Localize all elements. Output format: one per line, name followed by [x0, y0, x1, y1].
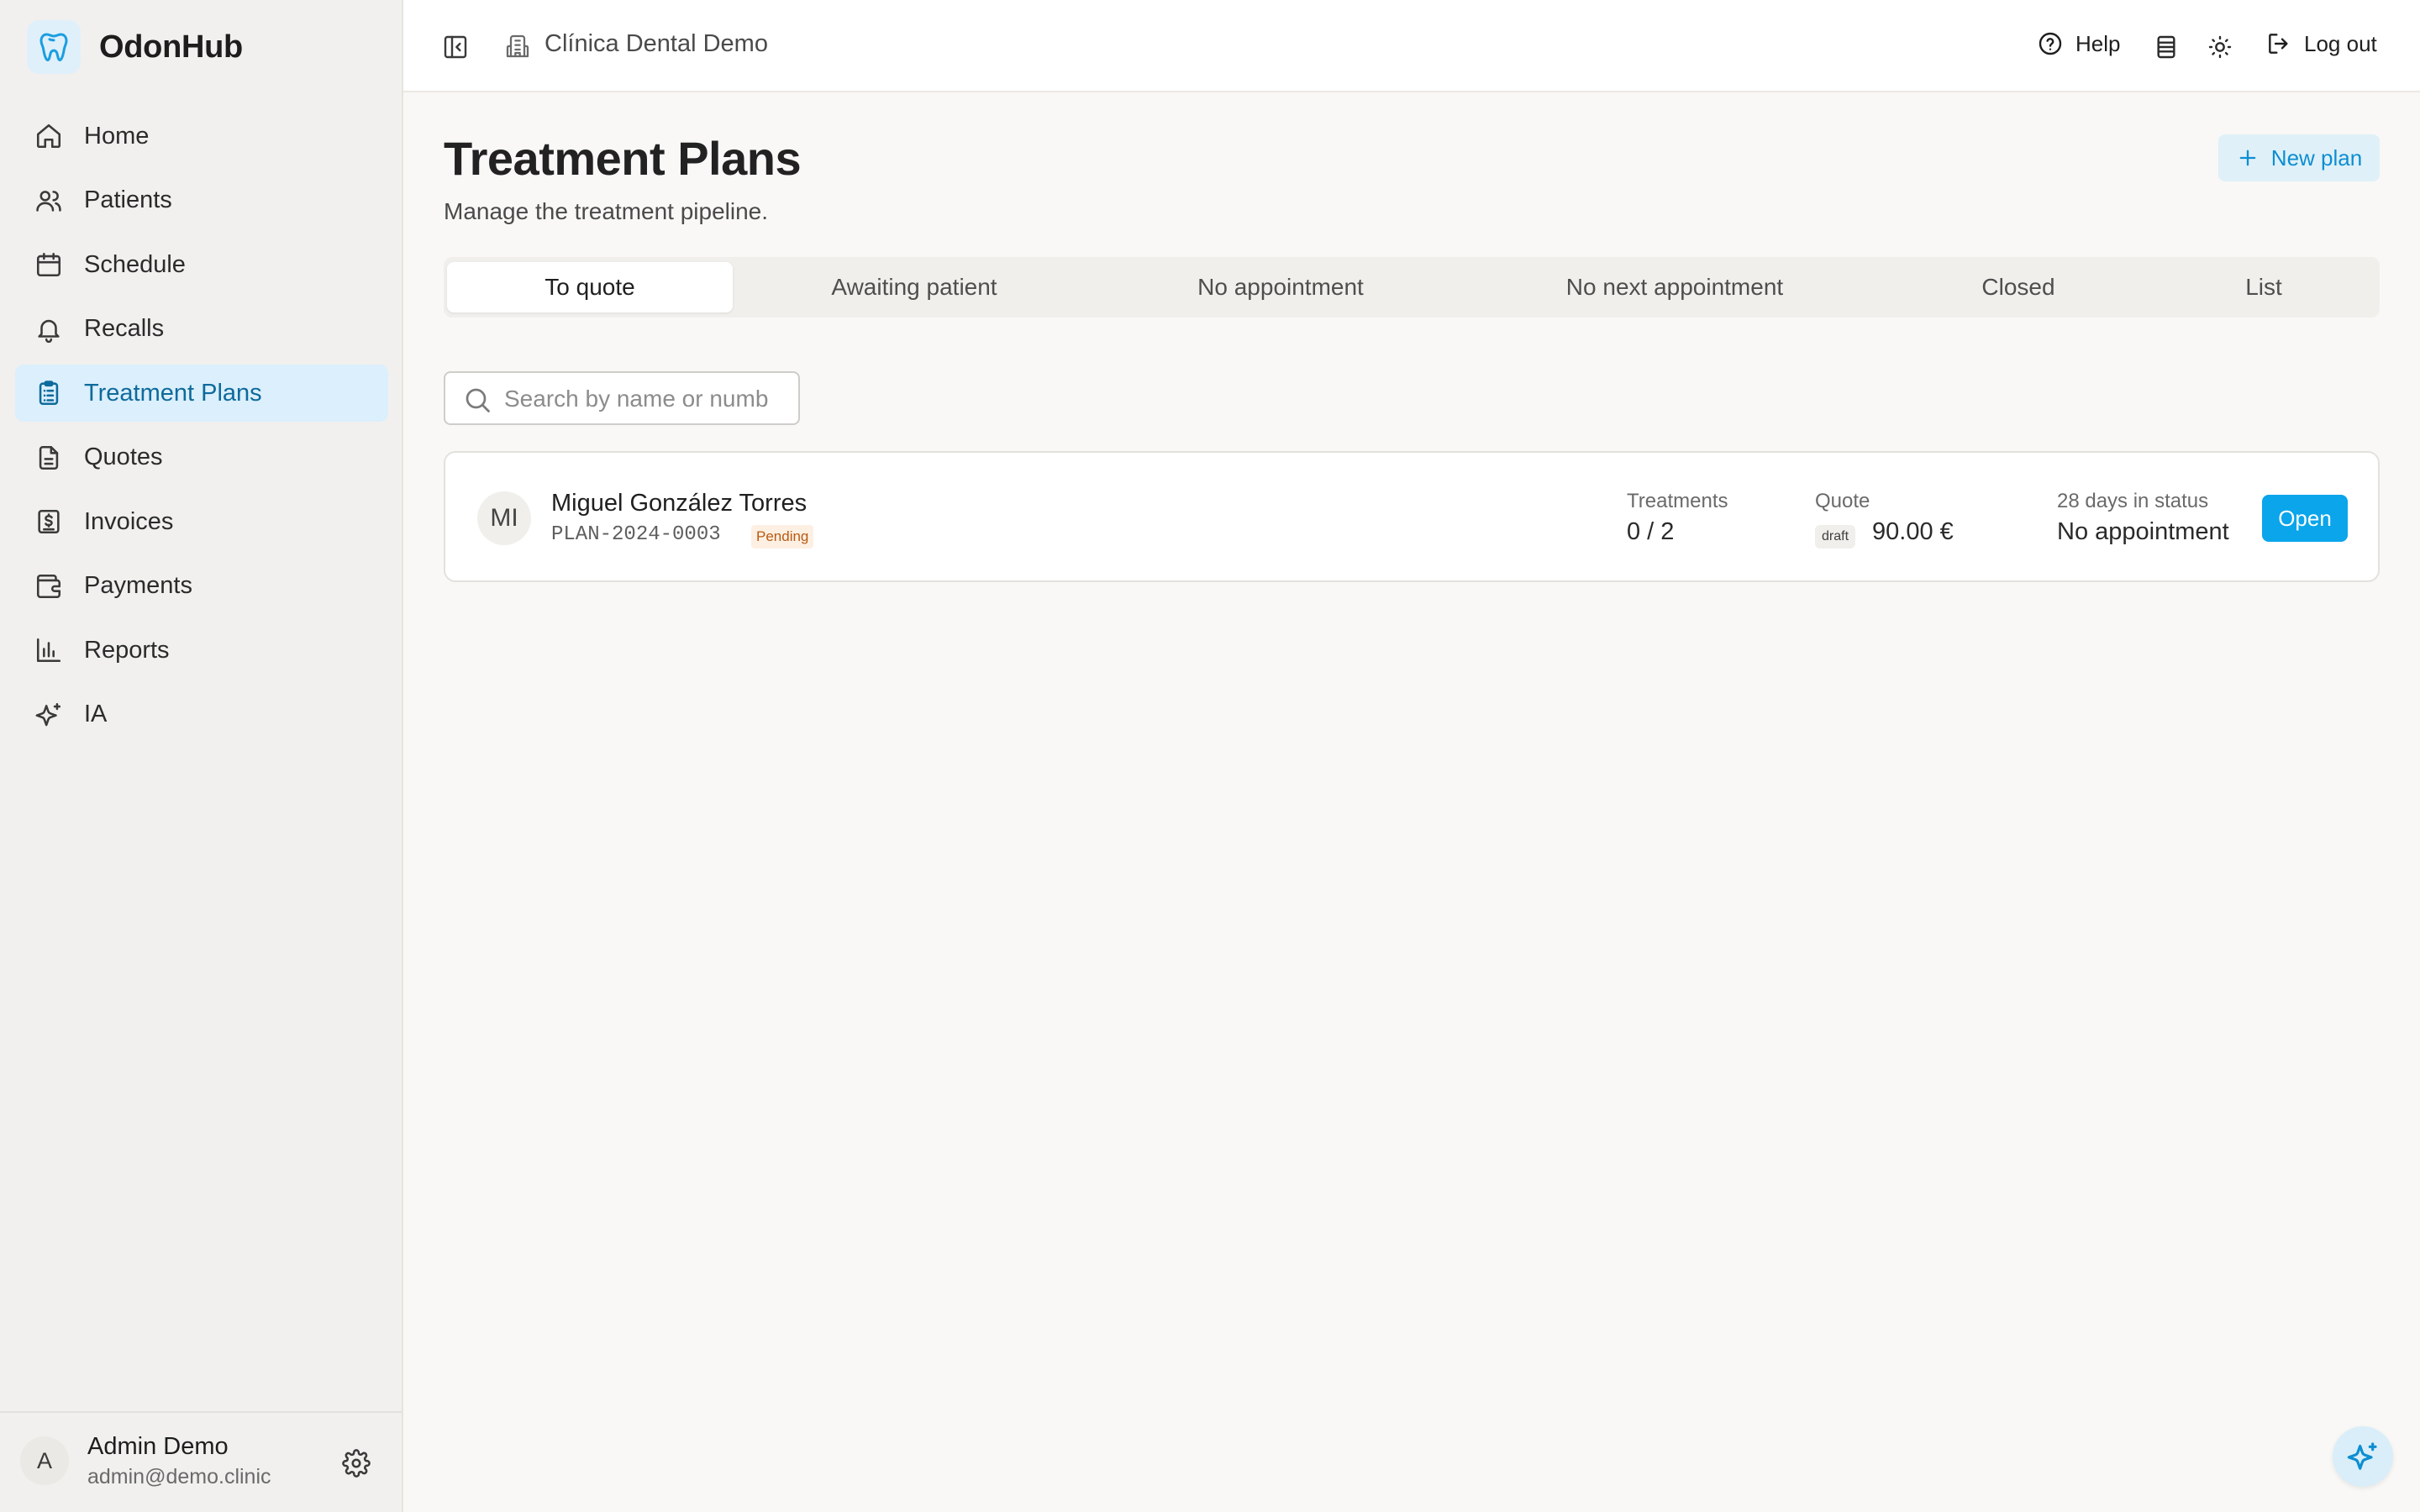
building-icon — [502, 31, 533, 61]
logout-button[interactable]: Log out — [2265, 30, 2377, 57]
wallet-icon — [34, 571, 64, 601]
invoice-icon — [34, 507, 64, 537]
sidebar-item-label: Quotes — [84, 444, 163, 470]
sidebar-item-label: IA — [84, 701, 108, 727]
sidebar-nav: Home Patients Schedule Recalls Treatment… — [15, 108, 388, 750]
sidebar-item-patients[interactable]: Patients — [15, 172, 388, 229]
sidebar-item-invoices[interactable]: Invoices — [15, 493, 388, 550]
collapse-sidebar-button[interactable] — [439, 30, 472, 64]
sidebar: OdonHub Home Patients Schedule Recalls T… — [0, 0, 403, 1512]
search-icon — [462, 385, 492, 415]
days-in-status: 28 days in status — [2057, 490, 2209, 512]
sidebar-item-label: Payments — [84, 572, 192, 599]
user-panel: A Admin Demo admin@demo.clinic — [0, 1411, 402, 1512]
help-circle-icon — [2037, 30, 2064, 57]
clinic-name[interactable]: Clínica Dental Demo — [544, 30, 768, 58]
sidebar-item-label: Invoices — [84, 507, 174, 535]
tab-list[interactable]: List — [2153, 262, 2375, 312]
theme-toggle-button[interactable] — [2203, 30, 2237, 64]
bar-chart-icon — [34, 635, 64, 665]
logout-icon — [2265, 30, 2292, 57]
sidebar-item-quotes[interactable]: Quotes — [15, 429, 388, 486]
sparkles-icon — [34, 700, 64, 730]
sidebar-item-label: Patients — [84, 186, 172, 213]
new-plan-label: New plan — [2270, 144, 2363, 171]
search-input[interactable] — [504, 381, 795, 417]
sidebar-item-reports[interactable]: Reports — [15, 622, 388, 679]
page-title: Treatment Plans — [444, 132, 802, 185]
sun-icon — [2207, 34, 2233, 60]
settings-button[interactable] — [339, 1446, 373, 1480]
sidebar-item-ia[interactable]: IA — [15, 686, 388, 743]
view-list-button[interactable] — [2149, 30, 2183, 64]
quote-amount: 90.00 € — [1872, 518, 1954, 545]
clipboard-icon — [34, 378, 64, 408]
tab-no-next-appointment[interactable]: No next appointment — [1465, 262, 1884, 312]
sidebar-toggle-icon — [442, 34, 469, 60]
calendar-icon — [34, 249, 64, 280]
avatar[interactable]: A — [20, 1436, 69, 1485]
document-icon — [34, 443, 64, 473]
gear-icon — [342, 1449, 371, 1478]
brand[interactable]: OdonHub — [27, 20, 243, 74]
sidebar-item-payments[interactable]: Payments — [15, 558, 388, 615]
page-subtitle: Manage the treatment pipeline. — [444, 198, 769, 224]
help-label: Help — [2075, 30, 2121, 56]
app-name: OdonHub — [99, 29, 243, 65]
list-icon — [2153, 34, 2180, 60]
logout-label: Log out — [2304, 30, 2377, 56]
appointment-status: No appointment — [2057, 518, 2229, 545]
sidebar-item-label: Treatment Plans — [84, 379, 262, 407]
sidebar-item-label: Home — [84, 122, 150, 150]
sidebar-item-home[interactable]: Home — [15, 108, 388, 165]
sidebar-item-label: Reports — [84, 636, 170, 664]
sidebar-item-label: Recalls — [84, 315, 165, 342]
users-icon — [34, 186, 64, 216]
patient-avatar: MI — [477, 491, 531, 545]
tab-no-appointment[interactable]: No appointment — [1096, 262, 1465, 312]
user-name: Admin Demo — [87, 1433, 229, 1460]
home-icon — [34, 121, 64, 151]
open-plan-button[interactable]: Open — [2262, 495, 2348, 542]
patient-name[interactable]: Miguel González Torres — [551, 490, 807, 517]
treatments-value: 0 / 2 — [1627, 518, 1675, 545]
sidebar-item-label: Schedule — [84, 250, 186, 278]
sidebar-item-treatment-plans[interactable]: Treatment Plans — [15, 365, 388, 422]
user-email: admin@demo.clinic — [87, 1465, 271, 1488]
tab-to-quote[interactable]: To quote — [447, 262, 733, 312]
help-button[interactable]: Help — [2037, 30, 2120, 57]
sidebar-item-schedule[interactable]: Schedule — [15, 236, 388, 293]
sidebar-item-recalls[interactable]: Recalls — [15, 301, 388, 358]
sparkles-icon — [2346, 1440, 2380, 1473]
treatments-label: Treatments — [1627, 490, 1728, 512]
new-plan-button[interactable]: New plan — [2218, 134, 2380, 181]
tab-awaiting-patient[interactable]: Awaiting patient — [733, 262, 1096, 312]
ai-assistant-button[interactable] — [2333, 1426, 2393, 1487]
quote-status-badge: draft — [1815, 525, 1856, 549]
plan-code: PLAN-2024-0003 — [551, 523, 721, 546]
quote-label: Quote — [1815, 490, 1870, 512]
plan-card[interactable]: MI Miguel González Torres PLAN-2024-0003… — [444, 451, 2380, 582]
tooth-logo-icon — [27, 20, 81, 74]
status-badge: Pending — [751, 525, 814, 549]
top-bar: Clínica Dental Demo Help Log out — [403, 0, 2420, 92]
tab-closed[interactable]: Closed — [1884, 262, 2153, 312]
bell-icon — [34, 314, 64, 344]
search-box — [444, 371, 800, 425]
status-tabs: To quote Awaiting patient No appointment… — [444, 257, 2380, 318]
plus-icon — [2236, 146, 2260, 170]
